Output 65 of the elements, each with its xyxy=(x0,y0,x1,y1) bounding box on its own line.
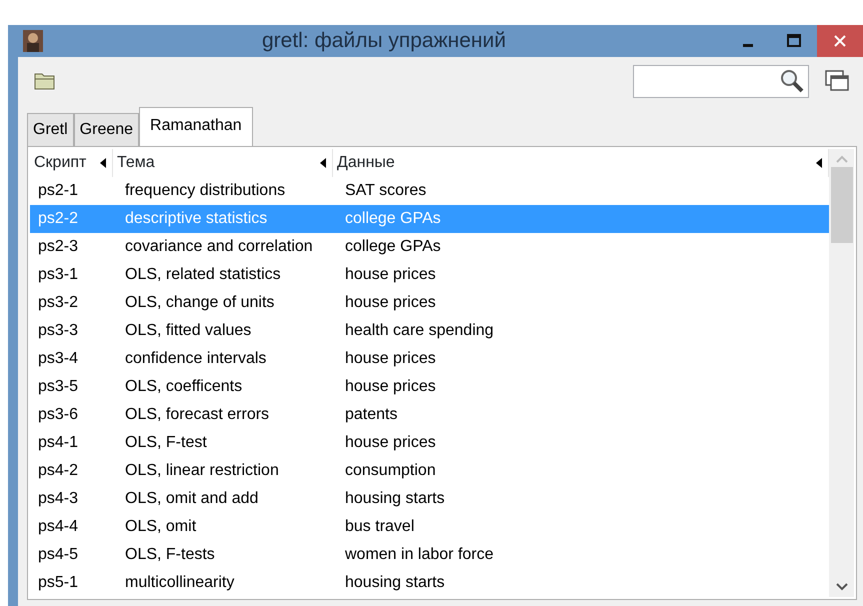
table-cell-text: consumption xyxy=(344,461,437,481)
table-cell-text: ps3-6 xyxy=(37,405,80,425)
table-cell-text: ps3-5 xyxy=(37,377,80,397)
search-icon xyxy=(780,69,804,93)
table-cell-text: housing starts xyxy=(344,489,446,509)
table-cell-text: ps2-3 xyxy=(37,237,80,257)
table-cell-text: ps3-3 xyxy=(37,321,80,341)
table-cell-text: multicollinearity xyxy=(124,573,236,593)
table-cell-text: house prices xyxy=(344,349,437,369)
table-cell-text: OLS, change of units xyxy=(124,293,276,313)
close-icon xyxy=(833,34,847,48)
folder-icon xyxy=(34,72,56,90)
table-cell-text: OLS, coefficents xyxy=(124,377,244,397)
table-cell-text: ps4-4 xyxy=(37,517,80,537)
table-cell-text: OLS, omit and add xyxy=(124,489,260,509)
table-cell-text: OLS, linear restriction xyxy=(124,461,280,481)
table-cell-text: ps3-1 xyxy=(37,265,80,285)
table-cell-text: covariance and correlation xyxy=(124,237,314,257)
table-cell-text: ps4-5 xyxy=(37,545,80,565)
table-cell-text: house prices xyxy=(344,265,437,285)
scroll-thumb[interactable] xyxy=(830,167,852,243)
tab[interactable]: Greene xyxy=(74,113,140,146)
table-cell-text: ps4-2 xyxy=(37,461,80,481)
scroll-up-icon xyxy=(836,155,848,163)
table-cell-text: OLS, F-tests xyxy=(124,545,216,565)
table-cell-text: college GPAs xyxy=(344,209,442,229)
windows-icon xyxy=(825,70,849,92)
table-cell-text: SAT scores xyxy=(344,181,428,201)
app-icon xyxy=(23,30,43,52)
table-cell-text: ps4-3 xyxy=(37,489,80,509)
table-cell-text: OLS, F-test xyxy=(124,433,208,453)
table-cell-text: confidence intervals xyxy=(124,349,268,369)
sort-arrow-icon xyxy=(320,158,326,168)
table-cell-text: OLS, omit xyxy=(124,517,198,537)
table-cell-text: house prices xyxy=(344,433,437,453)
table-cell-text: house prices xyxy=(344,377,437,397)
table-cell-text: OLS, related statistics xyxy=(124,265,282,285)
window-title: gretl: файлы упражнений xyxy=(260,28,507,54)
table-cell-text: ps3-2 xyxy=(37,293,80,313)
table-cell-text: OLS, fitted values xyxy=(124,321,252,341)
table-cell-text: descriptive statistics xyxy=(124,209,268,229)
table-cell-text: OLS, forecast errors xyxy=(124,405,270,425)
table-cell-text: ps2-1 xyxy=(37,181,80,201)
table-cell-text: college GPAs xyxy=(344,237,442,257)
table-cell-text: housing starts xyxy=(344,573,446,593)
table-cell-text: house prices xyxy=(344,293,437,313)
maximize-icon xyxy=(786,34,802,48)
table-cell-text: patents xyxy=(344,405,398,425)
table-cell-text: ps4-1 xyxy=(37,433,80,453)
minimize-icon xyxy=(743,44,753,46)
tab[interactable]: Gretl xyxy=(27,113,74,146)
scroll-down-icon xyxy=(836,583,848,591)
table-cell-text: ps5-1 xyxy=(37,573,80,593)
sort-arrow-icon xyxy=(816,158,822,168)
search-field[interactable] xyxy=(633,64,809,98)
table-cell-text: bus travel xyxy=(344,517,416,537)
close-button[interactable] xyxy=(817,25,863,57)
sort-arrow-icon xyxy=(100,158,106,168)
tab[interactable]: Ramanathan xyxy=(139,107,253,146)
table-cell-text: frequency distributions xyxy=(124,181,286,201)
scrollbar[interactable] xyxy=(829,149,854,597)
table-cell-text: women in labor force xyxy=(344,545,495,565)
table-cell-text: ps2-2 xyxy=(37,209,80,229)
table-cell-text: ps3-4 xyxy=(37,349,80,369)
table-cell-text: health care spending xyxy=(344,321,495,341)
